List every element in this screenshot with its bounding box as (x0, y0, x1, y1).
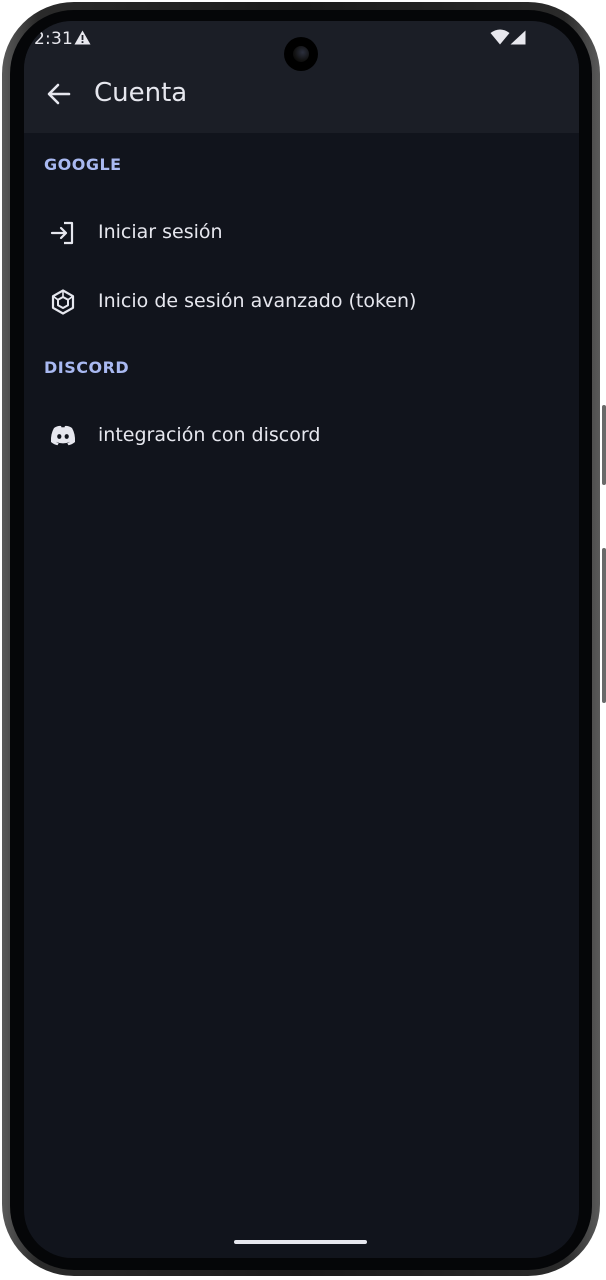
warning-triangle-icon (74, 30, 91, 45)
arrow-left-icon (47, 83, 71, 105)
list-item-iniciar-sesion[interactable]: Iniciar sesión (24, 199, 579, 265)
cube-icon (51, 289, 75, 315)
list-item-label: integración con discord (98, 424, 321, 446)
gesture-navigation-bar[interactable] (234, 1240, 367, 1244)
section-header-discord: DISCORD (44, 358, 130, 377)
section-header-google: GOOGLE (44, 155, 122, 174)
status-bar: 2:31 (24, 21, 579, 71)
page-title: Cuenta (94, 78, 188, 108)
signal-icon (510, 30, 526, 45)
phone-device: 2:31 Cuenta GOOGLE Iniciar sesión Inicio… (0, 0, 606, 1280)
status-time: 2:31 (34, 29, 73, 49)
wifi-icon (490, 29, 510, 45)
login-icon (50, 221, 74, 245)
list-item-discord-integration[interactable]: integración con discord (24, 402, 579, 468)
front-camera (284, 37, 318, 71)
discord-icon (50, 425, 76, 446)
power-button (602, 548, 606, 703)
app-bar: 2:31 Cuenta (24, 21, 579, 133)
screen: 2:31 Cuenta GOOGLE Iniciar sesión Inicio… (24, 21, 579, 1258)
camera-lens (293, 46, 309, 62)
list-item-label: Inicio de sesión avanzado (token) (98, 290, 417, 312)
back-button[interactable] (42, 77, 76, 111)
volume-button (602, 405, 606, 485)
list-item-inicio-avanzado-token[interactable]: Inicio de sesión avanzado (token) (24, 268, 579, 334)
list-item-label: Iniciar sesión (98, 221, 223, 243)
